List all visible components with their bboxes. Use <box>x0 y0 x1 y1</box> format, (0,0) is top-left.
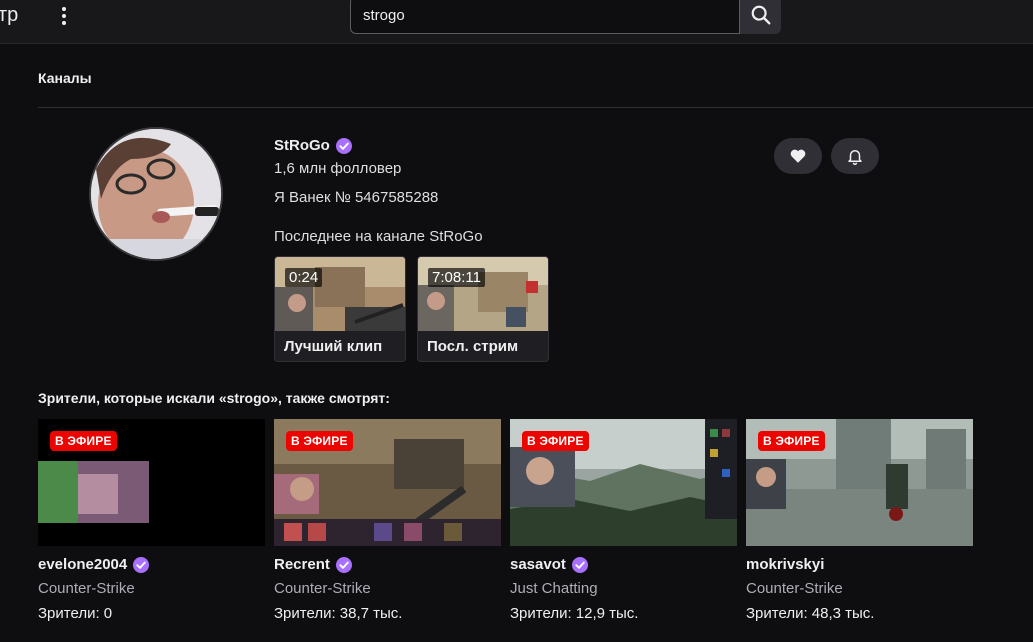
top-nav-bar: тр <box>0 0 1033 44</box>
verified-badge-icon <box>133 556 150 573</box>
bell-icon <box>848 150 862 165</box>
channel-name-row: StRoGo <box>274 137 352 154</box>
stream-card-evelone2004[interactable]: В ЭФИРЕ evelone2004 Counter-Strike Зрите… <box>38 419 265 629</box>
latest-clip-card[interactable]: 0:24 Лучший клип <box>274 256 406 362</box>
stream-viewers: Зрители: 0 <box>38 605 113 622</box>
stream-game[interactable]: Counter-Strike <box>38 580 135 597</box>
vod-duration-badge: 7:08:11 <box>428 268 485 287</box>
avatar-image <box>91 129 221 259</box>
notifications-button[interactable] <box>831 138 879 174</box>
channel-followers: 1,6 млн фолловер <box>274 160 402 177</box>
search-button[interactable] <box>740 0 781 34</box>
channels-section-title: Каналы <box>38 70 92 86</box>
more-vertical-icon[interactable] <box>54 4 74 28</box>
stream-name[interactable]: sasavot <box>510 556 566 573</box>
live-badge: В ЭФИРЕ <box>50 431 117 451</box>
nav-partial-label[interactable]: тр <box>0 4 18 27</box>
latest-stream-card[interactable]: 7:08:11 Посл. стрим <box>417 256 549 362</box>
also-watching-title: Зрители, которые искали «strogo», также … <box>38 390 390 406</box>
channel-avatar[interactable] <box>89 127 223 261</box>
search-input[interactable] <box>350 0 740 34</box>
channel-description: Я Ванек № 5467585288 <box>274 189 439 206</box>
clip-duration-badge: 0:24 <box>285 268 323 287</box>
stream-game[interactable]: Just Chatting <box>510 580 598 597</box>
stream-viewers: Зрители: 12,9 тыс. <box>510 605 639 622</box>
vod-label: Посл. стрим <box>427 338 519 355</box>
latest-content-title: Последнее на канале StRoGo <box>274 228 483 245</box>
stream-name[interactable]: evelone2004 <box>38 556 127 573</box>
stream-card-recrent[interactable]: В ЭФИРЕ Recrent Counter-Strike Зрители: … <box>274 419 501 629</box>
stream-game[interactable]: Counter-Strike <box>274 580 371 597</box>
stream-name-row: mokrivskyi <box>746 556 824 573</box>
follow-button[interactable] <box>774 138 822 174</box>
stream-card-sasavot[interactable]: В ЭФИРЕ sasavot Just Chatting Зрители: 1… <box>510 419 737 629</box>
stream-viewers: Зрители: 48,3 тыс. <box>746 605 875 622</box>
heart-icon <box>790 149 806 163</box>
divider <box>38 107 1033 108</box>
clip-label: Лучший клип <box>284 338 383 355</box>
verified-badge-icon <box>335 556 352 573</box>
search-icon <box>751 5 770 25</box>
stream-game[interactable]: Counter-Strike <box>746 580 843 597</box>
stream-name-row: sasavot <box>510 556 588 573</box>
live-badge: В ЭФИРЕ <box>758 431 825 451</box>
verified-badge-icon <box>335 137 352 154</box>
live-badge: В ЭФИРЕ <box>286 431 353 451</box>
stream-viewers: Зрители: 38,7 тыс. <box>274 605 403 622</box>
stream-name-row: evelone2004 <box>38 556 150 573</box>
stream-name[interactable]: mokrivskyi <box>746 556 824 573</box>
verified-badge-icon <box>571 556 588 573</box>
stream-name-row: Recrent <box>274 556 352 573</box>
channel-name[interactable]: StRoGo <box>274 137 330 154</box>
stream-name[interactable]: Recrent <box>274 556 330 573</box>
stream-card-mokrivskyi[interactable]: В ЭФИРЕ mokrivskyi Counter-Strike Зрител… <box>746 419 973 629</box>
live-badge: В ЭФИРЕ <box>522 431 589 451</box>
